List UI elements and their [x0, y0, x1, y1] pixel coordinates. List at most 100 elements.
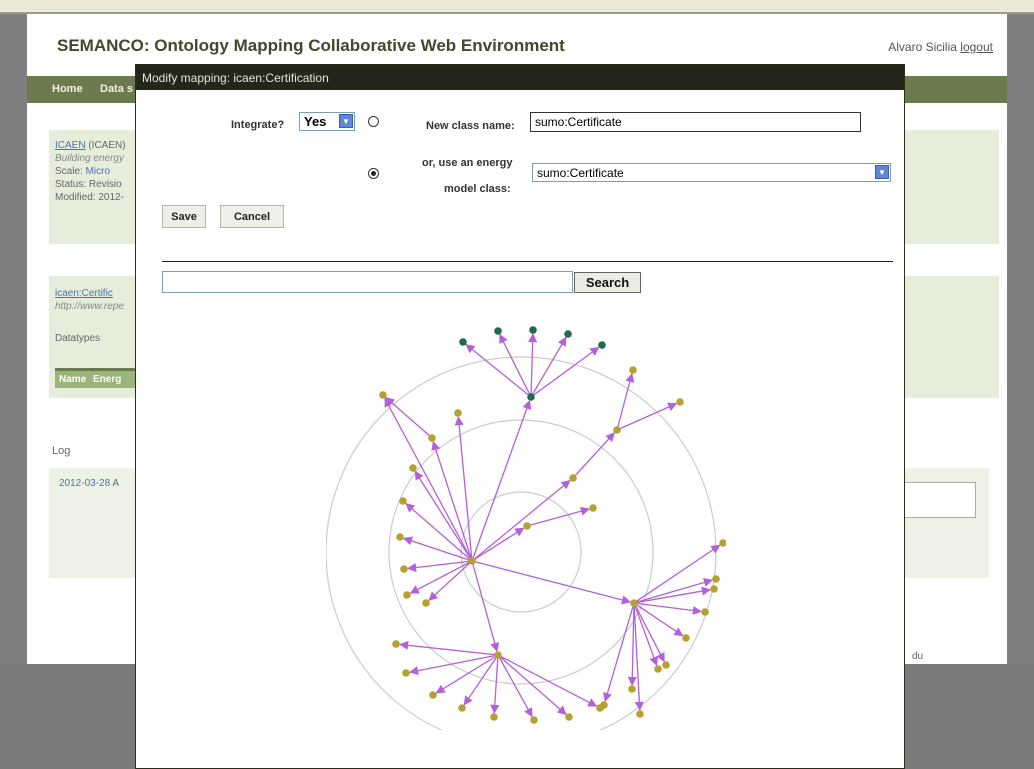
user-name: Alvaro Sicilia	[888, 40, 957, 54]
graph-node-r6[interactable]	[662, 661, 670, 669]
chevron-down-icon: ▼	[339, 114, 353, 128]
graph-node-l9[interactable]	[422, 599, 430, 607]
graph-node-hub3[interactable]	[630, 599, 638, 607]
graph-edge-7	[526, 506, 591, 527]
graph-node-l8[interactable]	[403, 591, 411, 599]
user-area: Alvaro Sicilia logout	[888, 40, 993, 54]
integrate-select[interactable]: Yes ▼	[299, 112, 355, 131]
graph-node-r1[interactable]	[719, 539, 726, 547]
graph-edge-22	[471, 560, 632, 605]
dataset-code: (ICAEN)	[88, 140, 126, 151]
graph-node-c3[interactable]	[569, 474, 577, 482]
graph-node-b2[interactable]	[402, 669, 410, 677]
graph-edge-0	[465, 343, 532, 398]
graph-node-c1[interactable]	[523, 522, 531, 530]
header-name: Name	[59, 374, 87, 385]
graph-node-hub2[interactable]	[527, 393, 535, 401]
graph-node-l2[interactable]	[428, 434, 436, 442]
graph-node-r9[interactable]	[636, 710, 644, 718]
graph-ring-0	[460, 491, 582, 613]
radio-energy-class[interactable]	[368, 168, 379, 179]
graph-node-g2[interactable]	[494, 327, 502, 335]
energy-class-select[interactable]: sumo:Certificate ▼	[532, 163, 891, 182]
nav-home[interactable]: Home	[52, 83, 83, 95]
log-textarea[interactable]	[904, 482, 976, 518]
graph-node-c4[interactable]	[613, 426, 621, 434]
graph-node-b8[interactable]	[596, 704, 604, 712]
modify-mapping-dialog: Modify mapping: icaen:Certification Inte…	[135, 64, 905, 769]
graph-node-l7[interactable]	[400, 565, 408, 573]
graph-node-b5[interactable]	[490, 713, 498, 721]
chevron-down-icon: ▼	[875, 165, 889, 179]
dataset-link[interactable]: ICAEN	[55, 140, 86, 151]
dataset-scale: Scale: Micro	[55, 166, 111, 177]
graph-node-r8[interactable]	[628, 685, 636, 693]
graph-edge-11	[616, 402, 678, 431]
graph-node-c2[interactable]	[589, 504, 597, 512]
integrate-label: Integrate?	[231, 119, 285, 131]
graph-edge-1	[499, 333, 532, 398]
graph-node-r7[interactable]	[654, 665, 662, 673]
graph-node-t1[interactable]	[629, 366, 637, 374]
graph-node-t2[interactable]	[676, 398, 684, 406]
cancel-button[interactable]: Cancel	[220, 205, 284, 228]
energy-class-label-line2: model class:	[444, 183, 511, 195]
graph-node-r2[interactable]	[712, 575, 720, 583]
search-button[interactable]: Search	[574, 272, 641, 293]
graph-edge-2	[528, 333, 538, 398]
graph-ring-1	[388, 419, 654, 685]
graph-node-b7[interactable]	[565, 713, 573, 721]
energy-class-value: sumo:Certificate	[537, 166, 624, 180]
browser-top-strip	[0, 0, 1034, 14]
graph-node-l3[interactable]	[454, 409, 462, 417]
ontology-graph[interactable]	[326, 315, 726, 730]
graph-edge-15	[414, 470, 473, 562]
graph-node-g1[interactable]	[459, 338, 467, 346]
graph-node-hub1[interactable]	[468, 557, 476, 565]
graph-node-l5[interactable]	[399, 497, 407, 505]
graph-node-b1[interactable]	[392, 640, 400, 648]
graph-node-hub4[interactable]	[494, 651, 502, 659]
graph-node-l4[interactable]	[409, 464, 417, 472]
graph-edge-23	[633, 544, 721, 604]
new-class-label: New class name:	[426, 120, 515, 132]
new-class-name-input[interactable]	[530, 112, 861, 132]
graph-node-l1[interactable]	[379, 391, 387, 399]
graph-edge-21	[385, 397, 433, 439]
dialog-separator	[162, 261, 893, 262]
graph-node-r3[interactable]	[710, 585, 718, 593]
log-date[interactable]: 2012-03-28	[59, 478, 110, 489]
dialog-title: Modify mapping: icaen:Certification	[142, 71, 329, 85]
graph-node-b6[interactable]	[530, 716, 538, 724]
class-link: icaen:Certific	[55, 288, 113, 299]
logout-link[interactable]: logout	[960, 40, 993, 54]
graph-edge-33	[471, 560, 500, 653]
dialog-titlebar: Modify mapping: icaen:Certification	[136, 65, 904, 90]
search-input[interactable]	[162, 271, 573, 293]
footer-fragment: du	[912, 651, 924, 662]
graph-node-r4[interactable]	[701, 608, 709, 616]
dataset-status: Status: Revisio	[55, 179, 122, 190]
graph-node-r5[interactable]	[682, 634, 690, 642]
graph-node-l6[interactable]	[396, 533, 404, 541]
graph-edge-9	[572, 432, 615, 479]
dataset-description: Building energy	[55, 153, 124, 164]
graph-edge-37	[463, 654, 499, 706]
save-button[interactable]: Save	[162, 205, 206, 228]
datatypes-table-header: Name Energ	[55, 368, 145, 388]
header-energy: Energ	[93, 374, 122, 385]
graph-node-g3[interactable]	[529, 326, 537, 334]
graph-node-g5[interactable]	[598, 341, 606, 349]
scale-value[interactable]: Micro	[86, 166, 110, 177]
nav-data-sources[interactable]: Data s	[100, 83, 133, 95]
energy-class-label-line1: or, use an energy	[422, 157, 513, 169]
app-title: SEMANCO: Ontology Mapping Collaborative …	[57, 36, 565, 55]
class-uri: http://www.repe	[55, 301, 124, 312]
graph-edge-10	[616, 372, 635, 431]
graph-ring-2	[326, 356, 717, 730]
radio-new-class[interactable]	[368, 116, 379, 127]
graph-edge-4	[530, 346, 600, 398]
graph-node-b3[interactable]	[429, 691, 437, 699]
graph-node-g4[interactable]	[564, 330, 572, 338]
graph-node-b4[interactable]	[458, 704, 466, 712]
